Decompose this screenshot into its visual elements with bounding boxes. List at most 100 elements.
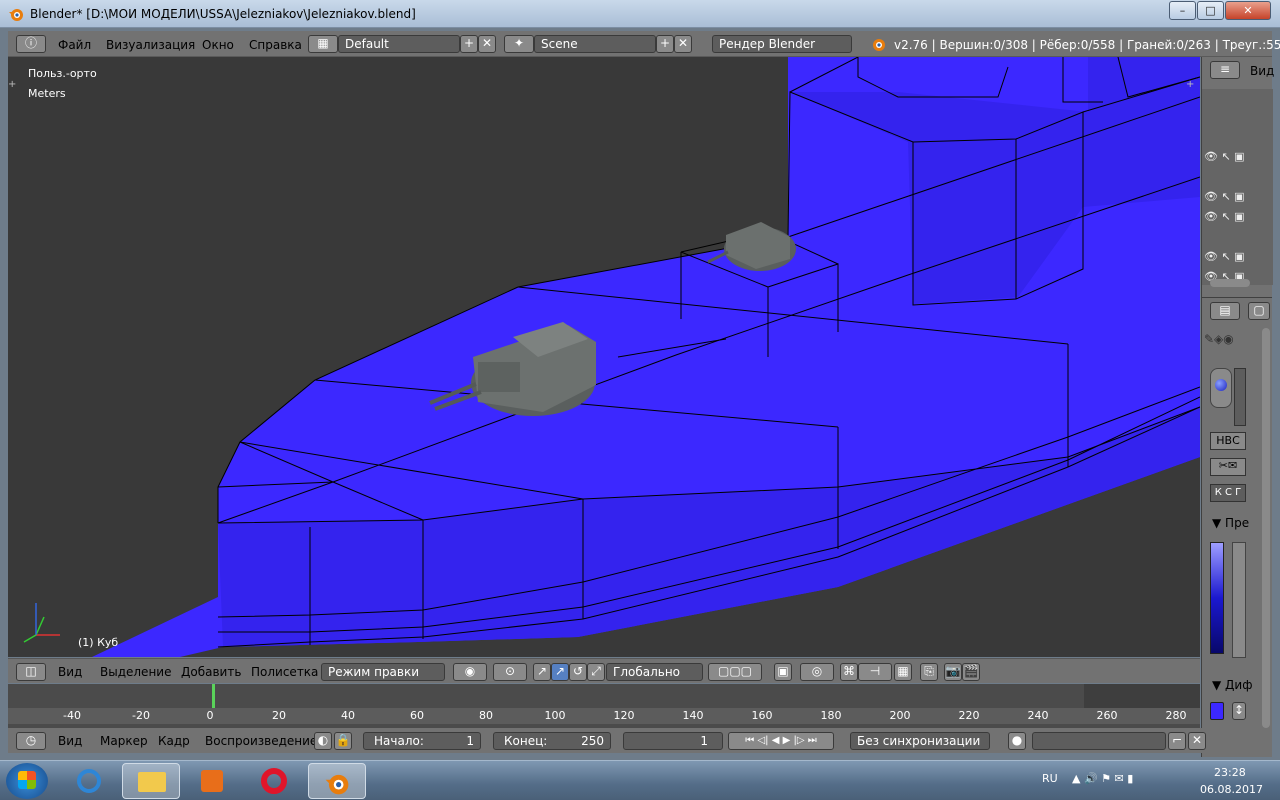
hsv-v-label[interactable]: В — [1225, 434, 1233, 447]
ship-mesh[interactable] — [8, 57, 1200, 657]
outliner-panel[interactable]: ≡ Вид 👁 ↖ ▣ 👁 ↖ ▣ 👁 ↖ ▣ 👁 ↖ ▣ 👁 ↖ ▣ — [1201, 57, 1274, 297]
properties-editor-icon[interactable]: ▤ — [1210, 302, 1240, 320]
menu-select[interactable]: Выделение — [100, 665, 171, 679]
delete-keyframe-icon[interactable]: ✕ — [1188, 732, 1206, 750]
record-icon[interactable]: ● — [1008, 732, 1026, 750]
copy-icon[interactable]: ⎘ — [920, 663, 938, 681]
diffuse-color-swatch[interactable] — [1210, 702, 1224, 720]
add-layout-button[interactable]: + — [460, 35, 478, 53]
hsv-h-label[interactable]: Н — [1216, 434, 1224, 447]
taskbar-opera[interactable] — [246, 763, 304, 799]
current-frame-field[interactable]: 1 — [623, 732, 723, 750]
start-frame-field[interactable]: Начало: 1 — [363, 732, 481, 750]
snap-target-icon[interactable]: ▦ — [894, 663, 912, 681]
menu-help[interactable]: Справка — [249, 38, 302, 52]
tool-shelf-toggle-icon[interactable]: + — [8, 79, 16, 90]
insert-keyframe-icon[interactable]: ⌐ — [1168, 732, 1186, 750]
timeline-menu-frame[interactable]: Кадр — [158, 734, 190, 748]
snap-element-icon[interactable]: ⊣ — [858, 663, 892, 681]
3d-viewport[interactable]: Польз.-орто Meters (1) Куб + + — [8, 57, 1200, 657]
taskbar-blender[interactable] — [308, 763, 366, 799]
end-frame-value[interactable]: 250 — [581, 733, 604, 749]
hsv-s-label[interactable]: С — [1232, 434, 1240, 447]
menu-add[interactable]: Добавить — [181, 665, 241, 679]
visibility-eye-icon[interactable]: 👁 ↖ ▣ — [1204, 190, 1245, 203]
hsv-toggle[interactable]: НВС — [1210, 432, 1246, 450]
current-frame-marker[interactable] — [212, 684, 215, 708]
brush-material-icons[interactable]: ✎◈◉ — [1204, 332, 1244, 348]
timeline-menu-marker[interactable]: Маркер — [100, 734, 148, 748]
shading-mode-icon[interactable]: ◉ — [453, 663, 487, 681]
menu-render[interactable]: Визуализация — [106, 38, 195, 52]
timeline-menu-playback[interactable]: Воспроизведение — [205, 734, 317, 748]
menu-view[interactable]: Вид — [58, 665, 82, 679]
clapper-icon[interactable]: 🎬 — [962, 663, 980, 681]
translate-manipulator-icon[interactable]: ↗ — [551, 663, 569, 681]
clock-time[interactable]: 23:28 — [1214, 766, 1246, 779]
playback-controls[interactable]: ⏮ ◁| ◀ ▶ |▷ ⏭ — [728, 732, 834, 750]
timeline-menu-view[interactable]: Вид — [58, 734, 82, 748]
maximize-button[interactable]: □ — [1197, 1, 1224, 20]
limit-selection-icon[interactable]: ▣ — [774, 663, 792, 681]
language-indicator[interactable]: RU — [1042, 772, 1058, 785]
menu-file[interactable]: Файл — [58, 38, 91, 52]
timeline-editor-icon[interactable]: ◷ — [16, 732, 46, 750]
outliner-editor-icon[interactable]: ≡ — [1210, 61, 1240, 79]
manipulator-toggle-icon[interactable]: ↗ — [533, 663, 551, 681]
menu-mesh[interactable]: Полисетка — [251, 665, 318, 679]
scale-manipulator-icon[interactable]: ⤢ — [587, 663, 605, 681]
screen-layout-field[interactable]: Default — [338, 35, 460, 53]
close-button[interactable]: ✕ — [1225, 1, 1271, 20]
transform-orientation-dropdown[interactable]: Глобально — [606, 663, 703, 681]
start-frame-value[interactable]: 1 — [466, 733, 474, 749]
properties-scrollbar[interactable] — [1262, 328, 1270, 728]
visibility-eye-icon[interactable]: 👁 ↖ ▣ — [1204, 250, 1245, 263]
outliner-view-menu[interactable]: Вид — [1250, 64, 1274, 78]
preview-shape-buttons[interactable] — [1232, 542, 1246, 658]
diffuse-shader-dropdown[interactable]: ↕ — [1232, 702, 1246, 720]
material-slot-preview[interactable] — [1210, 368, 1232, 408]
interaction-mode-dropdown[interactable]: Режим правки — [321, 663, 445, 681]
sync-mode-dropdown[interactable]: Без синхронизации — [850, 732, 990, 750]
scene-icon[interactable]: ✦ — [504, 35, 534, 53]
screen-layout-icon[interactable]: ▦ — [308, 35, 338, 53]
end-frame-field[interactable]: Конец: 250 — [493, 732, 611, 750]
kcg-toggle[interactable]: К С Г — [1210, 484, 1246, 502]
shading-options-icon[interactable]: ✂✉ — [1210, 458, 1246, 476]
tray-icons[interactable]: ▲ 🔊 ⚑ ✉ ▮ — [1072, 772, 1133, 785]
slot-list-buttons[interactable] — [1234, 368, 1246, 426]
properties-context-icon[interactable]: ▢ — [1248, 302, 1270, 320]
rotate-manipulator-icon[interactable]: ↺ — [569, 663, 587, 681]
add-scene-button[interactable]: + — [656, 35, 674, 53]
minimize-button[interactable]: – — [1169, 1, 1196, 20]
visibility-eye-icon[interactable]: 👁 ↖ ▣ — [1204, 210, 1245, 223]
scene-field[interactable]: Scene — [534, 35, 656, 53]
keying-set-field[interactable] — [1032, 732, 1166, 750]
visibility-eye-icon[interactable]: 👁 ↖ ▣ — [1204, 150, 1245, 163]
outliner-scrollbar[interactable] — [1210, 279, 1250, 287]
taskbar-explorer[interactable] — [122, 763, 180, 799]
preview-panel-header[interactable]: ▼ Пре — [1212, 516, 1249, 530]
pivot-point-icon[interactable]: ⊙ — [493, 663, 527, 681]
editor-type-info-icon[interactable]: ⓘ — [16, 35, 46, 53]
remove-scene-button[interactable]: ✕ — [674, 35, 692, 53]
viewport-editor-icon[interactable]: ◫ — [16, 663, 46, 681]
proportional-edit-icon[interactable]: ◎ — [800, 663, 834, 681]
menu-window[interactable]: Окно — [202, 38, 234, 52]
start-button[interactable] — [6, 763, 48, 799]
properties-panel[interactable]: ▤ ▢ ✎◈◉ НВС ✂✉ К С Г ▼ Пре ▼ Диф ↕ — [1201, 297, 1272, 757]
render-icon[interactable]: 📷 — [944, 663, 962, 681]
lock-icon[interactable]: 🔒 — [334, 732, 352, 750]
taskbar-media[interactable] — [184, 763, 242, 799]
preview-range-icon[interactable]: ◐ — [314, 732, 332, 750]
snap-toggle-icon[interactable]: ⌘ — [840, 663, 858, 681]
remove-layout-button[interactable]: ✕ — [478, 35, 496, 53]
clock-date[interactable]: 06.08.2017 — [1200, 783, 1263, 796]
diffuse-panel-header[interactable]: ▼ Диф — [1212, 678, 1252, 692]
layers-icon[interactable]: ▢▢▢ — [708, 663, 762, 681]
render-engine-dropdown[interactable]: Рендер Blender — [712, 35, 852, 53]
frame-ruler[interactable]: -40 -20 0 20 40 60 80 100 120 140 160 180 200 220 240 2… — [8, 708, 1200, 724]
taskbar-ie[interactable] — [60, 763, 118, 799]
current-frame-value[interactable]: 1 — [700, 733, 708, 749]
properties-shelf-toggle-icon[interactable]: + — [1186, 79, 1194, 90]
